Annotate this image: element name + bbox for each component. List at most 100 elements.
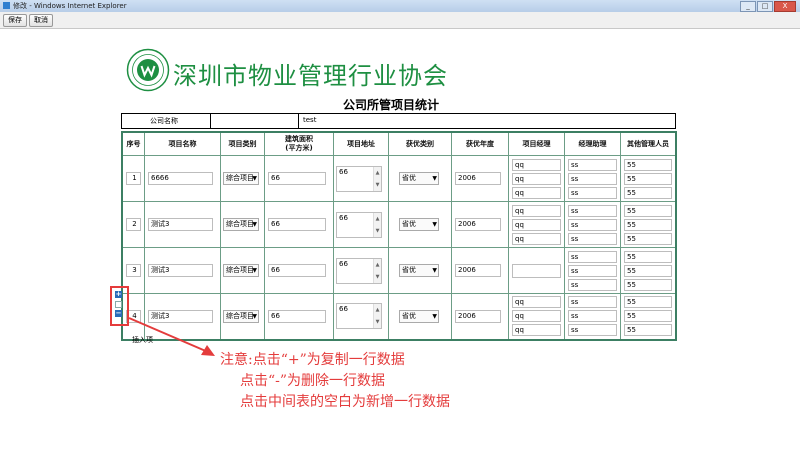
other-staff-field[interactable]: 55 [624,296,672,309]
award-select[interactable]: 省优 ▼ [399,172,439,185]
manager-field[interactable]: qq [512,296,561,309]
manager-field[interactable]: qq [512,324,561,337]
textarea-scrollbar[interactable]: ▲ ▼ [373,258,381,283]
company-bar: 公司名称 test [121,113,676,129]
other-staff-field[interactable]: 55 [624,218,672,231]
copy-row-button[interactable]: + [115,291,122,298]
area-field[interactable]: 66 [268,309,326,323]
table-row[interactable]: 4 测试3 综合项目 ▼ 66 66 ▲ ▼ 省优 ▼ 2006 qq qq qq ss ss… [121,293,677,340]
toolbar: 保存 取消 [0,12,800,29]
assistant-field[interactable]: ss [568,158,617,171]
assistant-field[interactable]: ss [568,218,617,231]
save-button[interactable]: 保存 [3,14,27,27]
col-header: 获优年度 [451,131,509,156]
company-value[interactable]: test [303,116,316,124]
other-staff-field[interactable]: 55 [624,264,672,277]
close-button[interactable]: X [774,1,796,12]
assistant-field[interactable]: ss [568,186,617,199]
assistant-field[interactable]: ss [568,278,617,291]
project-table: 序号 项目名称 项目类别 建筑面积 (平方米) 项目地址 获优类别 获优年度 项… [121,131,677,341]
manager-field[interactable] [512,263,561,278]
award-select[interactable]: 省优 ▼ [399,218,439,231]
award-select[interactable]: 省优 ▼ [399,264,439,277]
row-number-field[interactable]: 1 [126,172,141,185]
project-name-field[interactable]: 测试3 [148,309,213,323]
dropdown-arrow-icon: ▼ [432,175,437,182]
address-textarea[interactable]: 66 ▲ ▼ [336,165,382,192]
delete-row-button[interactable]: − [115,310,122,317]
dropdown-arrow-icon: ▼ [252,312,257,320]
area-field[interactable]: 66 [268,172,326,185]
category-select[interactable]: 综合项目 ▼ [223,172,259,185]
category-select[interactable]: 综合项目 ▼ [223,218,259,231]
project-name-field[interactable]: 测试3 [148,218,213,231]
note-line-1: 注意:点击“+”为复制一行数据 [220,352,405,368]
year-field[interactable]: 2006 [455,218,501,231]
assistant-field[interactable]: ss [568,232,617,245]
assistant-field[interactable]: ss [568,264,617,277]
row-checkbox[interactable] [115,301,122,308]
area-field[interactable]: 66 [268,264,326,277]
address-textarea[interactable]: 66 ▲ ▼ [336,257,382,284]
note-line-3: 点击中间表的空白为新增一行数据 [240,394,450,410]
project-name-field[interactable]: 测试3 [148,264,213,277]
company-label: 公司名称 [150,117,178,125]
other-staff-field[interactable]: 55 [624,232,672,245]
insert-item-link[interactable]: 插入项 [132,335,153,345]
award-select[interactable]: 省优 ▼ [399,309,439,323]
other-staff-field[interactable]: 55 [624,324,672,337]
cancel-button[interactable]: 取消 [29,14,53,27]
assistant-field[interactable]: ss [568,310,617,323]
row-number-field[interactable]: 2 [126,218,141,231]
year-field[interactable]: 2006 [455,172,501,185]
textarea-scrollbar[interactable]: ▲ ▼ [373,166,381,191]
other-staff-field[interactable]: 55 [624,278,672,291]
col-header: 序号 [121,131,145,156]
manager-field[interactable]: qq [512,158,561,171]
manager-field[interactable]: qq [512,232,561,245]
col-header: 项目类别 [220,131,265,156]
year-field[interactable]: 2006 [455,264,501,277]
project-name-field[interactable]: 6666 [148,172,213,185]
textarea-scrollbar[interactable]: ▲ ▼ [373,212,381,237]
dropdown-arrow-icon: ▼ [252,267,257,274]
manager-field[interactable]: qq [512,310,561,323]
manager-field[interactable]: qq [512,186,561,199]
other-staff-field[interactable]: 55 [624,158,672,171]
table-row[interactable]: 2 测试3 综合项目 ▼ 66 66 ▲ ▼ 省优 ▼ 2006 qq qq qq ss ss… [121,201,677,248]
manager-field[interactable]: qq [512,204,561,217]
col-header: 建筑面积 (平方米) [264,131,334,156]
assistant-field[interactable]: ss [568,172,617,185]
row-number-field[interactable]: 3 [126,264,141,277]
association-logo [126,48,170,92]
address-textarea[interactable]: 66 ▲ ▼ [336,303,382,330]
assistant-field[interactable]: ss [568,324,617,337]
area-field[interactable]: 66 [268,218,326,231]
textarea-scrollbar[interactable]: ▲ ▼ [373,304,381,329]
address-textarea[interactable]: 66 ▲ ▼ [336,211,382,238]
other-staff-field[interactable]: 55 [624,310,672,323]
table-row[interactable]: 3 测试3 综合项目 ▼ 66 66 ▲ ▼ 省优 ▼ 2006 ss ss ss 55 55… [121,247,677,294]
table-row[interactable]: 1 6666 综合项目 ▼ 66 66 ▲ ▼ 省优 ▼ 2006 qq qq qq ss s… [121,155,677,202]
other-staff-field[interactable]: 55 [624,172,672,185]
dropdown-arrow-icon: ▼ [252,221,257,228]
year-field[interactable]: 2006 [455,309,501,323]
category-select[interactable]: 综合项目 ▼ [223,309,259,323]
dropdown-arrow-icon: ▼ [432,312,437,320]
note-line-2: 点击“-”为删除一行数据 [240,373,386,389]
manager-field[interactable]: qq [512,172,561,185]
other-staff-field[interactable]: 55 [624,250,672,263]
assistant-field[interactable]: ss [568,204,617,217]
manager-field[interactable]: qq [512,218,561,231]
maximize-button[interactable]: □ [757,1,773,12]
dropdown-arrow-icon: ▼ [252,175,257,182]
other-staff-field[interactable]: 55 [624,186,672,199]
assistant-field[interactable]: ss [568,296,617,309]
minimize-button[interactable]: _ [740,1,756,12]
assistant-field[interactable]: ss [568,250,617,263]
ie-icon [3,2,10,9]
category-select[interactable]: 综合项目 ▼ [223,264,259,277]
page-title: 公司所管项目统计 [343,98,440,112]
other-staff-field[interactable]: 55 [624,204,672,217]
col-header: 项目地址 [333,131,389,156]
